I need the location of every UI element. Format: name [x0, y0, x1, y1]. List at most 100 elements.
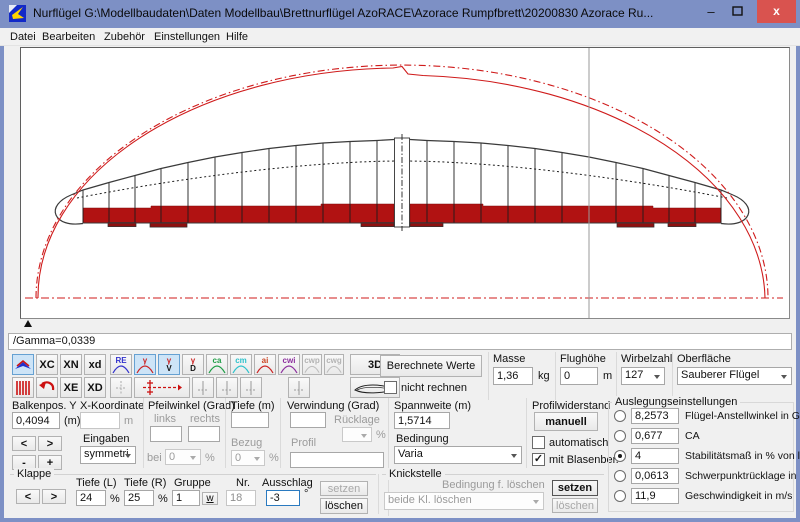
bedingung-select[interactable]: Varia — [394, 446, 522, 464]
bedingung-loeschen-label: Bedingung f. löschen — [442, 479, 545, 491]
wirbelzahl-select[interactable]: 127 — [621, 367, 665, 385]
nr-input[interactable] — [226, 490, 256, 506]
rib-stripes-button[interactable] — [12, 377, 34, 398]
xkoordinate-input[interactable] — [80, 412, 120, 429]
undo-button[interactable] — [36, 377, 58, 398]
axis-icon — [114, 381, 128, 395]
eingaben-label: Eingaben — [83, 433, 130, 445]
profilwiderstand-label: Profilwiderstand — [532, 400, 610, 412]
gamma-curve-button[interactable]: γ — [134, 354, 156, 375]
axis-small-button-4[interactable] — [240, 377, 262, 398]
ruecklage-select[interactable] — [342, 427, 372, 442]
xn-button[interactable]: XN — [60, 354, 82, 375]
masse-input[interactable] — [493, 367, 533, 385]
axis-small-button-3[interactable] — [216, 377, 238, 398]
bei-select[interactable]: 0 — [165, 449, 201, 465]
knickstelle-setzen-button[interactable]: setzen — [552, 480, 598, 496]
xd2-button[interactable]: XD — [84, 377, 106, 398]
spannweite-input[interactable] — [394, 412, 450, 429]
axis-wide-button[interactable] — [134, 377, 190, 398]
balkenpos-unit: (m) — [64, 415, 81, 427]
wing-canvas[interactable] — [20, 47, 790, 319]
knickstelle-select[interactable]: beide Kl. löschen — [384, 492, 544, 510]
tiefe-r-input[interactable] — [124, 490, 154, 506]
minimize-button[interactable]: – — [700, 2, 722, 22]
ca-input[interactable] — [631, 428, 679, 444]
axis-small-button-1[interactable] — [110, 377, 132, 398]
verwindung-input[interactable] — [290, 412, 326, 428]
cwp-curve-button[interactable]: cwp — [302, 354, 322, 375]
klappe-setzen-button[interactable]: setzen — [320, 481, 368, 496]
berechnete-werte-button[interactable]: Berechnete Werte — [380, 355, 482, 377]
klappe-loeschen-button[interactable]: löschen — [320, 498, 368, 514]
eingaben-select[interactable]: symmetri — [80, 446, 136, 464]
cm-curve-icon — [232, 365, 250, 374]
geschwindigkeit-input[interactable] — [631, 488, 679, 504]
blasenber-checkbox[interactable]: ✓ mit Blasenber. — [532, 453, 619, 466]
radio-geschwindigkeit[interactable] — [614, 490, 626, 502]
radio-schwerpunkt[interactable] — [614, 470, 626, 482]
axis-small-button-5[interactable] — [288, 377, 310, 398]
re-curve-button[interactable]: RE — [110, 354, 132, 375]
gamma-status-field[interactable]: /Gamma=0,0339 — [8, 333, 792, 350]
tiefe-r-percent: % — [158, 493, 168, 505]
flughoehe-input[interactable] — [560, 367, 598, 385]
gruppe-input[interactable] — [172, 490, 200, 506]
bezug-select[interactable]: 0 — [231, 450, 265, 466]
automatisch-checkbox[interactable]: automatisch — [532, 436, 608, 449]
menu-bar: Datei Bearbeiten Zubehör Einstellungen H… — [0, 28, 800, 46]
manuell-button[interactable]: manuell — [534, 412, 598, 431]
klappe-next-button[interactable]: > — [42, 489, 66, 504]
knickstelle-loeschen-button[interactable]: löschen — [552, 498, 598, 513]
oberflaeche-label: Oberfläche — [677, 353, 731, 365]
knickstelle-label: Knickstelle — [386, 468, 445, 480]
menu-item-zubehoer[interactable]: Zubehör — [100, 30, 149, 44]
balkenpos-input[interactable] — [12, 412, 60, 429]
xe-button[interactable]: XE — [60, 377, 82, 398]
cm-curve-button[interactable]: cm — [230, 354, 252, 375]
tiefe-m-input[interactable] — [231, 412, 269, 428]
balken-prev-button[interactable]: < — [12, 436, 36, 451]
stabilitaetsmass-input[interactable] — [631, 448, 679, 464]
pfeilwinkel-links-input[interactable] — [150, 426, 182, 442]
w-button[interactable]: w — [202, 492, 218, 505]
menu-item-bearbeiten[interactable]: Bearbeiten — [38, 30, 99, 44]
cwi-curve-icon — [280, 365, 298, 374]
gamma-d-button[interactable]: γ D — [182, 354, 204, 375]
xd-button[interactable]: xd — [84, 354, 106, 375]
menu-item-datei[interactable]: Datei — [6, 30, 40, 44]
ca-curve-button[interactable]: ca — [206, 354, 228, 375]
schwerpunkt-input[interactable] — [631, 468, 679, 484]
planform-view-button[interactable] — [12, 354, 34, 375]
tiefe-l-input[interactable] — [76, 490, 106, 506]
radio-ca[interactable] — [614, 430, 626, 442]
workspace: /Gamma=0,0339 XC XN xd RE γ γ V γ D c — [4, 46, 796, 518]
profil-input[interactable] — [290, 452, 384, 468]
ai-curve-button[interactable]: ai — [254, 354, 276, 375]
balken-next-button[interactable]: > — [38, 436, 62, 451]
xc-button[interactable]: XC — [36, 354, 58, 375]
klappe-prev-button[interactable]: < — [16, 489, 40, 504]
ausschlag-input[interactable] — [266, 490, 300, 506]
nicht-rechnen-checkbox[interactable]: nicht rechnen — [384, 381, 467, 394]
oberflaeche-select[interactable]: Sauberer Flügel — [677, 367, 792, 385]
xkoordinate-label: X-Koordinate — [80, 400, 144, 412]
radio-anstellwinkel[interactable] — [614, 410, 626, 422]
tiefe-l-percent: % — [110, 493, 120, 505]
anstellwinkel-input[interactable] — [631, 408, 679, 424]
maximize-button[interactable] — [726, 2, 748, 22]
cwi-curve-button[interactable]: cwi — [278, 354, 300, 375]
rechts-label: rechts — [190, 413, 220, 425]
cwg-curve-icon — [326, 365, 342, 374]
bezug-percent: % — [269, 452, 279, 464]
app-window: Nurflügel G:\Modellbaudaten\Daten Modell… — [0, 0, 800, 522]
menu-item-einstellungen[interactable]: Einstellungen — [150, 30, 224, 44]
wirbelzahl-label: Wirbelzahl — [621, 353, 672, 365]
gamma-v-button[interactable]: γ V — [158, 354, 180, 375]
cwg-curve-button[interactable]: cwg — [324, 354, 344, 375]
axis-small-button-2[interactable] — [192, 377, 214, 398]
pfeilwinkel-rechts-input[interactable] — [188, 426, 220, 442]
radio-stabilitaetsmass[interactable] — [614, 450, 626, 462]
menu-item-hilfe[interactable]: Hilfe — [222, 30, 252, 44]
close-button[interactable]: x — [757, 0, 796, 23]
